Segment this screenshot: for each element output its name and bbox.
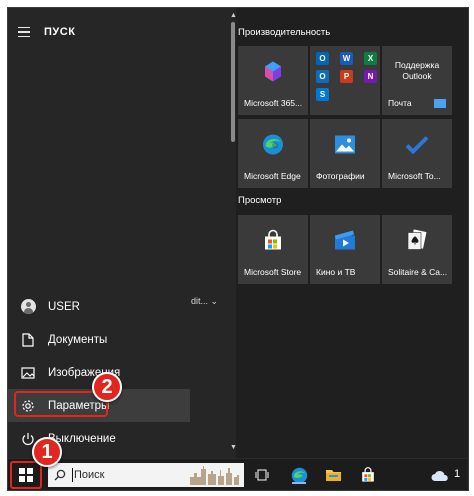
gear-icon	[20, 398, 36, 414]
office-mini-app-icon: O	[316, 52, 329, 65]
photos-icon	[334, 134, 356, 159]
running-indicator	[292, 482, 306, 484]
solitaire-cards-icon	[405, 228, 429, 257]
taskbar-clock: 1	[454, 468, 461, 480]
store-icon	[262, 229, 284, 256]
search-icon	[54, 468, 66, 486]
movies-tv-icon	[333, 229, 357, 256]
taskbar-search-box[interactable]: Поиск	[48, 463, 244, 487]
callout-badge-1: 1	[32, 437, 62, 467]
tile-microsoft-edge[interactable]: Microsoft Edge	[238, 119, 308, 188]
document-icon	[20, 332, 36, 348]
office-mini-app-icon: S	[316, 88, 329, 101]
office-mini-app-icon: N	[364, 70, 377, 83]
tile-microsoft-store[interactable]: Microsoft Store	[238, 215, 308, 284]
search-placeholder: Поиск	[74, 469, 105, 481]
start-menu-title: ПУСК	[44, 26, 76, 38]
tile-microsoft-365[interactable]: Microsoft 365...	[238, 46, 308, 115]
text-cursor	[72, 468, 73, 482]
tile-solitaire[interactable]: Solitaire & Ca...	[382, 215, 452, 284]
tile-movies-tv[interactable]: Кино и ТВ	[310, 215, 380, 284]
office-mini-app-icon: O	[316, 70, 329, 83]
callout-badge-2: 2	[92, 372, 122, 402]
taskbar-edge-icon[interactable]	[289, 465, 309, 485]
rail-item-label: USER	[48, 300, 80, 313]
taskbar: Поиск 1	[8, 458, 468, 490]
app-list-collapsed-text: dit... ⌄	[191, 296, 219, 306]
tile-label: Фотографии	[316, 171, 365, 181]
taskbar-store-icon[interactable]	[358, 465, 378, 485]
rail-header: ПУСК	[8, 16, 190, 48]
office-mini-app-icon: W	[340, 52, 353, 65]
rail-bottom-items: USER Документы Изображения Параметры Вык…	[8, 290, 190, 455]
hamburger-menu-icon[interactable]	[8, 26, 40, 38]
scroll-thumb[interactable]	[231, 22, 235, 142]
office-mini-app-icon: P	[340, 70, 353, 83]
edge-icon	[262, 133, 284, 160]
rail-item-label: Документы	[48, 333, 108, 346]
user-avatar-icon	[20, 299, 36, 314]
task-view-icon[interactable]	[252, 465, 272, 485]
rail-item-documents[interactable]: Документы	[8, 323, 190, 356]
start-highlight-frame	[10, 461, 42, 489]
office-mini-app-icon: X	[364, 52, 377, 65]
start-menu-window: ПУСК USER Документы Изображения Параметр…	[7, 7, 469, 491]
microsoft-365-icon	[261, 59, 285, 88]
tiles-area: Производительность Microsoft 365... O W …	[236, 8, 468, 458]
tile-outlook-support[interactable]: Поддержка Outlook Почта	[382, 46, 452, 115]
tile-label: Microsoft Edge	[244, 171, 301, 181]
tile-label: Microsoft Store	[244, 267, 302, 277]
tile-label: Microsoft 365...	[244, 98, 303, 108]
app-list-area: dit... ⌄	[190, 8, 230, 458]
tile-photos[interactable]: Фотографии	[310, 119, 380, 188]
start-button[interactable]	[10, 461, 42, 489]
search-highlight-skyline-icon	[190, 465, 240, 490]
tile-label: Solitaire & Ca...	[388, 267, 448, 277]
mail-icon	[434, 99, 446, 108]
tile-label: Microsoft To...	[388, 171, 441, 181]
weather-icon[interactable]	[430, 465, 450, 485]
group-label-productivity: Производительность	[238, 27, 331, 38]
rail-item-user[interactable]: USER	[8, 290, 190, 323]
file-explorer-icon[interactable]	[323, 465, 343, 485]
rail-item-label: Параметры	[48, 399, 110, 412]
tile-sublabel: Почта	[388, 98, 412, 108]
tile-microsoft-todo[interactable]: Microsoft To...	[382, 119, 452, 188]
todo-check-icon	[405, 134, 429, 159]
tile-label: Кино и ТВ	[316, 267, 356, 277]
office-apps-grid-icon: O W X O P N S	[316, 52, 378, 101]
image-icon	[20, 365, 36, 381]
tile-office-apps[interactable]: O W X O P N S	[310, 46, 380, 115]
group-label-browse: Просмотр	[238, 195, 282, 206]
tile-label: Поддержка Outlook	[394, 60, 440, 81]
